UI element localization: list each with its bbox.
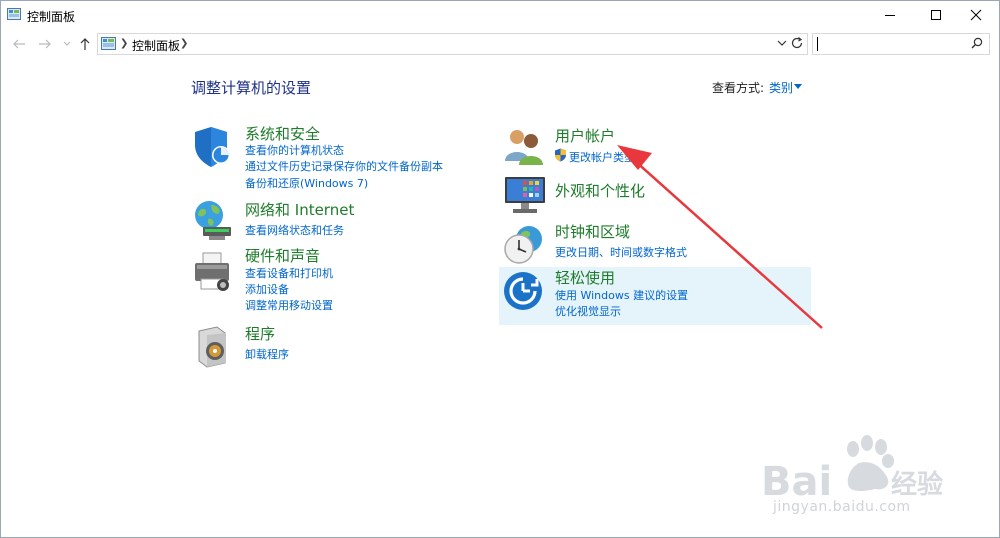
category-link[interactable]: 备份和还原(Windows 7): [245, 175, 368, 191]
globe-network-icon[interactable]: [191, 199, 235, 243]
category-link[interactable]: 卸载程序: [245, 346, 289, 362]
category-link[interactable]: 更改日期、时间或数字格式: [555, 244, 687, 260]
control-panel-icon: [7, 8, 21, 20]
control-panel-window: 控制面板 ❯ 控制面板 ❯ 调整计算机的设置 查看方式: 类别 系统和安全 查看…: [0, 0, 1000, 538]
forward-arrow-icon: [39, 39, 51, 49]
category-link[interactable]: 优化视觉显示: [555, 303, 621, 319]
view-by-label: 查看方式:: [712, 81, 765, 95]
category-link[interactable]: 查看你的计算机状态: [245, 142, 344, 158]
back-arrow-icon: [13, 39, 25, 49]
category-title[interactable]: 用户帐户: [555, 125, 615, 146]
up-arrow-icon: [80, 38, 90, 50]
page-title: 调整计算机的设置: [191, 79, 312, 97]
back-button[interactable]: [11, 35, 27, 53]
recent-locations-button[interactable]: [59, 35, 75, 53]
breadcrumb-separator-icon[interactable]: ❯: [120, 38, 128, 49]
category-title[interactable]: 网络和 Internet: [245, 199, 354, 220]
users-icon[interactable]: [503, 125, 547, 169]
category-title[interactable]: 时钟和区域: [555, 221, 630, 242]
category-link[interactable]: 通过文件历史记录保存你的文件备份副本: [245, 158, 443, 174]
close-button[interactable]: [953, 1, 999, 29]
up-button[interactable]: [77, 35, 93, 53]
view-by-dropdown[interactable]: 类别: [769, 79, 793, 96]
window-title: 控制面板: [27, 10, 76, 24]
category-link[interactable]: 调整常用移动设置: [245, 297, 333, 313]
navigation-bar: ❯ 控制面板 ❯: [1, 31, 999, 57]
category-title[interactable]: 轻松使用: [555, 267, 615, 288]
search-icon[interactable]: [971, 37, 983, 49]
minimize-icon: [885, 15, 895, 16]
clock-globe-icon[interactable]: [503, 223, 547, 267]
ease-of-access-icon[interactable]: [503, 269, 547, 313]
monitor-colors-icon[interactable]: [503, 173, 547, 217]
chevron-down-icon: [63, 41, 71, 46]
category-link[interactable]: 查看网络状态和任务: [245, 222, 344, 238]
address-dropdown-icon[interactable]: [776, 36, 788, 50]
category-link[interactable]: 更改帐户类型: [569, 149, 635, 165]
uac-shield-icon: [555, 148, 566, 162]
category-title[interactable]: 硬件和声音: [245, 245, 320, 266]
address-bar[interactable]: ❯ 控制面板 ❯: [97, 33, 808, 55]
text-caret: [817, 37, 818, 51]
category-title[interactable]: 系统和安全: [245, 123, 320, 144]
close-icon: [970, 9, 982, 21]
forward-button[interactable]: [37, 35, 53, 53]
printer-icon[interactable]: [191, 251, 235, 295]
refresh-icon[interactable]: [790, 36, 804, 50]
breadcrumb-separator-icon[interactable]: ❯: [180, 38, 188, 49]
program-box-icon[interactable]: [191, 325, 235, 369]
minimize-button[interactable]: [867, 1, 913, 29]
maximize-icon: [931, 10, 941, 20]
category-title[interactable]: 外观和个性化: [555, 180, 645, 201]
category-title[interactable]: 程序: [245, 323, 275, 344]
title-bar[interactable]: 控制面板: [1, 1, 999, 29]
category-link[interactable]: 使用 Windows 建议的设置: [555, 287, 688, 303]
breadcrumb-control-panel[interactable]: 控制面板: [132, 37, 180, 54]
category-link[interactable]: 添加设备: [245, 281, 289, 297]
chevron-down-icon[interactable]: [794, 84, 802, 89]
shield-icon[interactable]: [191, 125, 235, 169]
search-input[interactable]: [817, 35, 965, 51]
control-panel-icon: [101, 37, 116, 50]
watermark-url: jingyan.baidu.com: [773, 499, 911, 515]
category-link[interactable]: 查看设备和打印机: [245, 265, 333, 281]
svg-text:经验: 经验: [891, 469, 943, 500]
search-box[interactable]: [812, 33, 990, 55]
